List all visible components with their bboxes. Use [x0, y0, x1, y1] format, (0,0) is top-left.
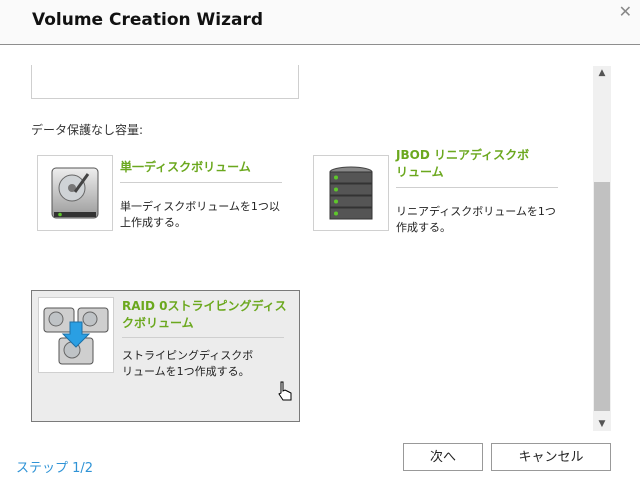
- option-desc-line2: リュームを1つ作成する。: [122, 365, 250, 378]
- option-title-line2: クボリューム: [122, 316, 194, 330]
- option-desc-line1: 単一ディスクボリュームを1つ以: [120, 200, 280, 213]
- divider: [120, 182, 282, 183]
- close-icon[interactable]: ✕: [619, 2, 632, 21]
- cancel-button[interactable]: キャンセル: [491, 443, 611, 471]
- wizard-title: Volume Creation Wizard: [32, 10, 264, 30]
- wizard-header: Volume Creation Wizard ✕: [0, 0, 640, 45]
- scroll-thumb[interactable]: [594, 182, 610, 411]
- wizard-content: データ保護なし容量: 単一ディスクボリューム 単一ディスクボリュームを1つ以 上…: [0, 45, 592, 430]
- next-button[interactable]: 次へ: [403, 443, 483, 471]
- option-desc-line2: 作成する。: [396, 221, 451, 234]
- divider: [396, 187, 558, 188]
- option-desc-line1: リニアディスクボリュームを1つ: [396, 205, 556, 218]
- option-title: 単一ディスクボリューム: [120, 160, 251, 174]
- hard-drive-icon: [37, 155, 113, 231]
- scroll-down-icon[interactable]: ▼: [593, 417, 611, 431]
- striped-drives-icon: [38, 297, 114, 373]
- option-raid0[interactable]: RAID 0ストライピングディス クボリューム ストライピングディスクボ リュー…: [31, 290, 300, 422]
- section-label: データ保護なし容量:: [31, 123, 144, 137]
- option-jbod[interactable]: JBOD リニアディスクボ リューム リニアディスクボリュームを1つ 作成する。: [307, 145, 577, 245]
- option-single-disk[interactable]: 単一ディスクボリューム 単一ディスクボリュームを1つ以 上作成する。: [31, 145, 301, 245]
- option-title-line1: JBOD リニアディスクボ: [396, 148, 530, 162]
- option-desc-line2: 上作成する。: [120, 216, 186, 229]
- previous-panel-box: [31, 65, 299, 99]
- divider: [122, 337, 284, 338]
- option-title-line2: リューム: [396, 165, 444, 179]
- vertical-scrollbar[interactable]: ▲ ▼: [593, 66, 611, 431]
- step-indicator: ステップ 1/2: [16, 461, 94, 476]
- hand-cursor-icon: [276, 380, 294, 408]
- disk-stack-icon: [313, 155, 389, 231]
- option-title-line1: RAID 0ストライピングディス: [122, 299, 287, 313]
- scroll-up-icon[interactable]: ▲: [593, 66, 611, 80]
- option-desc-line1: ストライピングディスクボ: [122, 349, 254, 362]
